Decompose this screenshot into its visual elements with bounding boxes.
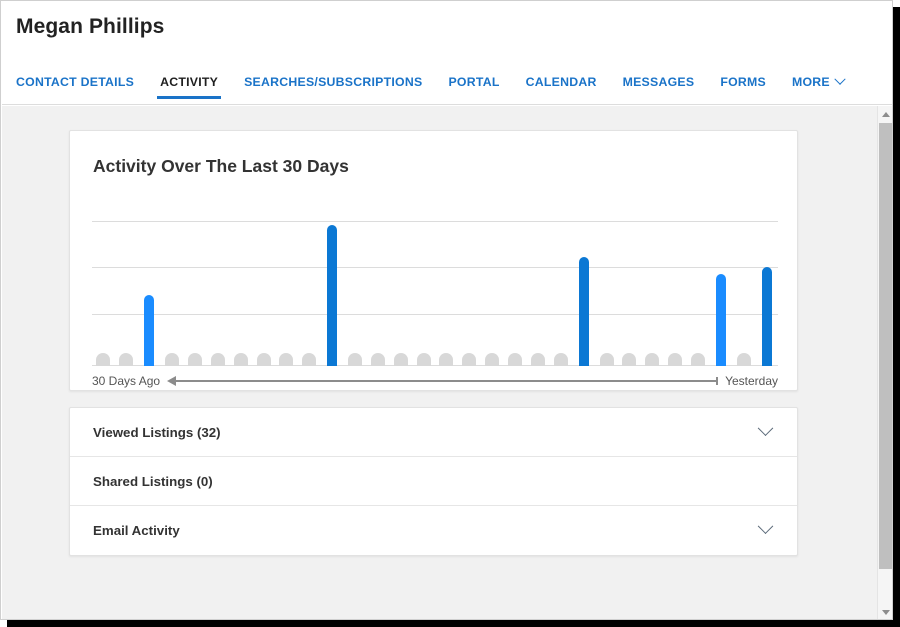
zero-value-dot xyxy=(210,353,225,366)
tab-portal[interactable]: PORTAL xyxy=(435,75,512,99)
accordion-row-viewed-listings[interactable]: Viewed Listings (32) xyxy=(70,408,797,457)
chart-bar xyxy=(144,295,155,366)
tab-label: MORE xyxy=(791,75,830,89)
tab-searches-subscriptions[interactable]: SEARCHES/SUBSCRIPTIONS xyxy=(231,75,435,99)
zero-value-dot xyxy=(599,353,614,366)
application-window: Megan Phillips CONTACT DETAILS ACTIVITY SE… xyxy=(0,0,893,620)
zero-value-dot xyxy=(165,353,180,366)
chart-bar xyxy=(578,257,589,366)
tab-label: CALENDAR xyxy=(525,75,597,89)
zero-value-dot xyxy=(233,353,248,366)
scrollable-content: Activity Over The Last 30 Days 30 Days A… xyxy=(2,106,862,619)
axis-line-group xyxy=(167,375,719,387)
chart-bars-layer xyxy=(92,221,778,366)
zero-value-dot xyxy=(256,353,271,366)
page-header: Megan Phillips CONTACT DETAILS ACTIVITY SE… xyxy=(2,1,892,105)
activity-chart-card: Activity Over The Last 30 Days 30 Days A… xyxy=(69,130,798,391)
tab-calendar[interactable]: CALENDAR xyxy=(513,75,610,99)
tab-label: CONTACT DETAILS xyxy=(16,75,135,89)
chevron-down-icon[interactable] xyxy=(757,419,774,436)
tab-label: MESSAGES xyxy=(622,75,695,89)
scrollbar-thumb[interactable] xyxy=(879,123,892,569)
tab-messages[interactable]: MESSAGES xyxy=(610,75,708,99)
zero-value-dot xyxy=(668,353,683,366)
accordion-label: Shared Listings (0) xyxy=(93,473,213,489)
vertical-scrollbar[interactable] xyxy=(877,106,892,619)
chart-bar xyxy=(761,267,772,366)
zero-value-dot xyxy=(393,353,408,366)
chart-bar xyxy=(715,274,726,366)
axis-line xyxy=(176,380,718,382)
zero-value-dot xyxy=(690,353,705,366)
accordion-row-email-activity[interactable]: Email Activity xyxy=(70,506,797,555)
tab-label: ACTIVITY xyxy=(160,75,219,89)
zero-value-dot xyxy=(462,353,477,366)
tab-label: FORMS xyxy=(720,75,766,89)
triangle-down-icon xyxy=(881,609,890,615)
zero-value-dot xyxy=(370,353,385,366)
zero-value-dot xyxy=(485,353,500,366)
tab-activity[interactable]: ACTIVITY xyxy=(147,75,231,99)
chart-title: Activity Over The Last 30 Days xyxy=(93,156,349,176)
zero-value-dot xyxy=(302,353,317,366)
scroll-down-button[interactable] xyxy=(878,604,892,619)
zero-value-dot xyxy=(508,353,523,366)
arrow-left-icon xyxy=(167,376,177,386)
zero-value-dot xyxy=(187,353,202,366)
chevron-down-icon xyxy=(834,73,846,85)
zero-value-dot xyxy=(439,353,454,366)
axis-label-end: Yesterday xyxy=(725,374,778,388)
zero-value-dot xyxy=(622,353,637,366)
zero-value-dot xyxy=(530,353,545,366)
scroll-up-button[interactable] xyxy=(878,106,892,122)
chart-bar xyxy=(327,225,338,366)
accordion-row-shared-listings[interactable]: Shared Listings (0) xyxy=(70,457,797,506)
window-shadow xyxy=(893,7,900,627)
chart-plot-area xyxy=(92,221,778,366)
tab-label: SEARCHES/SUBSCRIPTIONS xyxy=(244,75,423,89)
axis-label-start: 30 Days Ago xyxy=(92,374,161,388)
zero-value-dot xyxy=(119,353,134,366)
chart-time-axis: 30 Days Ago Yesterday xyxy=(92,371,778,391)
zero-value-dot xyxy=(645,353,660,366)
page-title: Megan Phillips xyxy=(16,15,165,38)
window-shadow xyxy=(7,620,900,627)
axis-end-cap xyxy=(716,377,719,385)
chevron-down-icon[interactable] xyxy=(757,518,774,535)
accordion-label: Viewed Listings (32) xyxy=(93,424,221,440)
zero-value-dot xyxy=(347,353,362,366)
tab-contact-details[interactable]: CONTACT DETAILS xyxy=(14,75,147,99)
zero-value-dot xyxy=(553,353,568,366)
zero-value-dot xyxy=(96,353,111,366)
zero-value-dot xyxy=(416,353,431,366)
zero-value-dot xyxy=(279,353,294,366)
activity-accordion: Viewed Listings (32) Shared Listings (0) E… xyxy=(69,407,798,556)
tab-bar: CONTACT DETAILS ACTIVITY SEARCHES/SUBSCRIP… xyxy=(14,73,857,105)
triangle-up-icon xyxy=(881,111,890,117)
accordion-label: Email Activity xyxy=(93,523,180,538)
content-area: Activity Over The Last 30 Days 30 Days A… xyxy=(2,106,892,619)
tab-more[interactable]: MORE xyxy=(779,73,857,99)
tab-forms[interactable]: FORMS xyxy=(707,75,779,99)
zero-value-dot xyxy=(736,353,751,366)
tab-label: PORTAL xyxy=(448,75,500,89)
